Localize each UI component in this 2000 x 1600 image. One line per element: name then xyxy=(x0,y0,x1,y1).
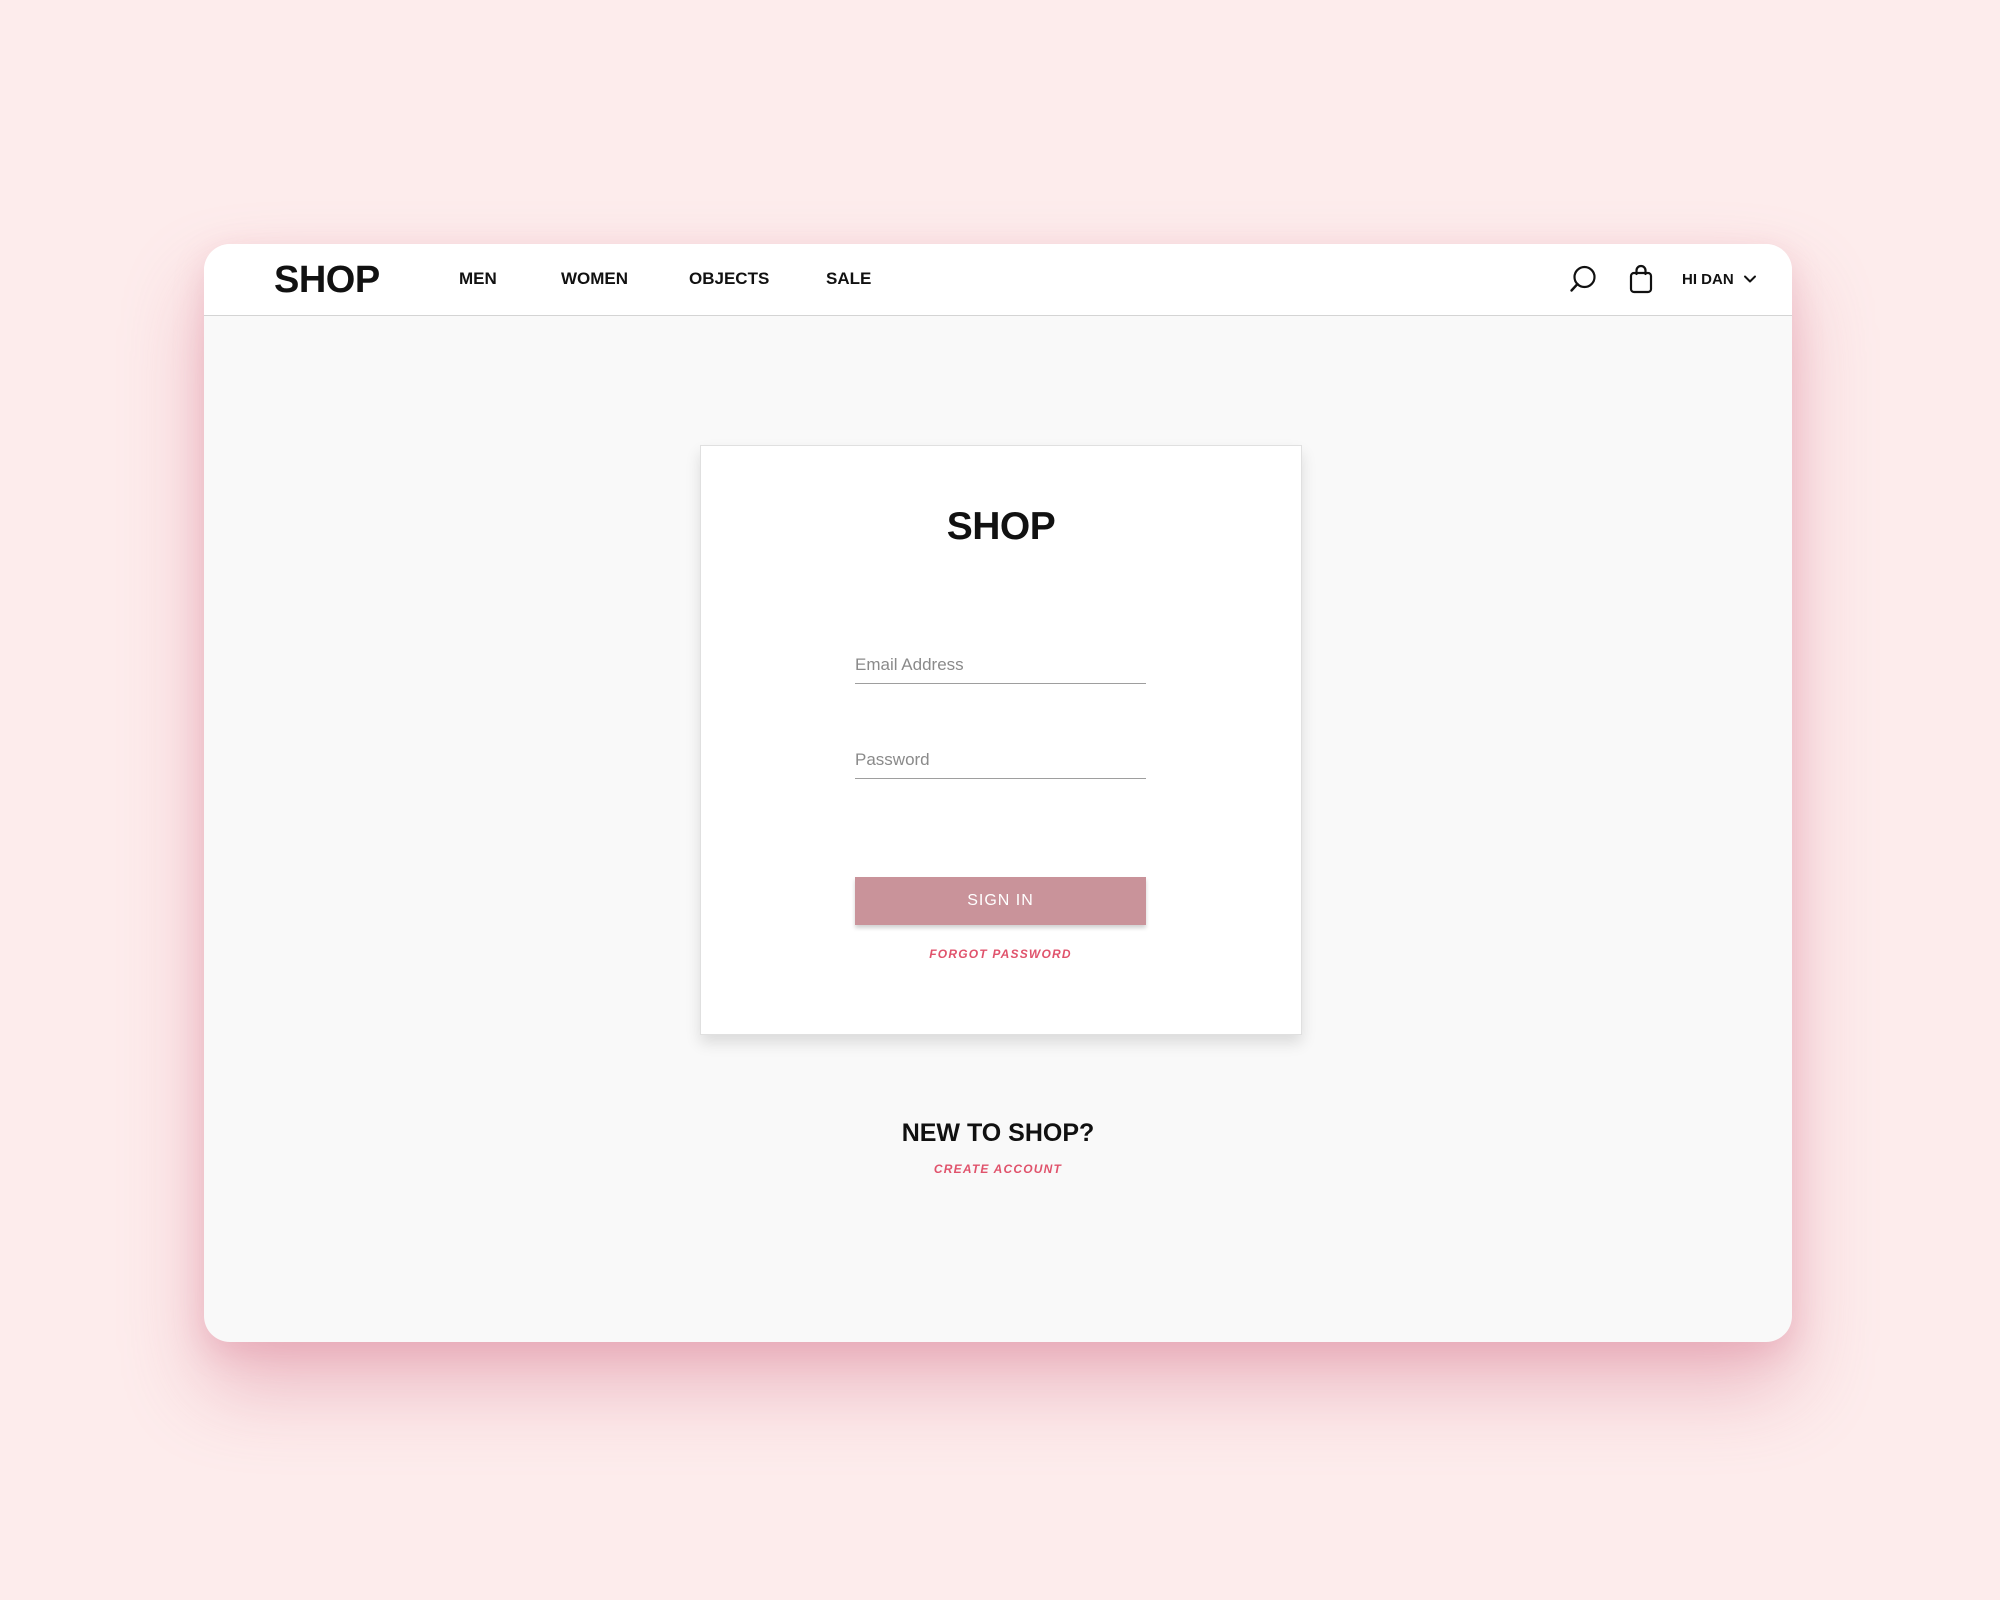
nav-link-men[interactable]: MEN xyxy=(459,268,497,290)
sign-in-button[interactable]: SIGN IN xyxy=(855,877,1146,925)
search-icon[interactable] xyxy=(1568,264,1598,294)
nav-link-objects[interactable]: OBJECTS xyxy=(689,268,769,290)
chevron-down-icon xyxy=(1743,272,1757,286)
shopping-bag-icon[interactable] xyxy=(1628,263,1654,295)
login-card: SHOP SIGN IN FORGOT PASSWORD xyxy=(700,445,1302,1035)
login-card-title: SHOP xyxy=(946,505,1056,548)
create-account-link[interactable]: CREATE ACCOUNT xyxy=(204,1162,1792,1176)
user-greeting: HI DAN xyxy=(1682,270,1734,288)
nav-link-women[interactable]: WOMEN xyxy=(561,268,628,290)
nav-link-sale[interactable]: SALE xyxy=(826,268,871,290)
top-navbar: SHOP MEN WOMEN OBJECTS SALE HI DAN xyxy=(204,244,1792,316)
email-field[interactable] xyxy=(855,647,1146,684)
password-field[interactable] xyxy=(855,742,1146,779)
user-menu[interactable]: HI DAN xyxy=(1682,268,1757,290)
browser-window: SHOP MEN WOMEN OBJECTS SALE HI DAN SHOP … xyxy=(204,244,1792,1342)
forgot-password-link[interactable]: FORGOT PASSWORD xyxy=(855,947,1146,961)
brand-logo[interactable]: SHOP xyxy=(274,258,380,302)
new-customer-heading: NEW TO SHOP? xyxy=(901,1119,1095,1147)
